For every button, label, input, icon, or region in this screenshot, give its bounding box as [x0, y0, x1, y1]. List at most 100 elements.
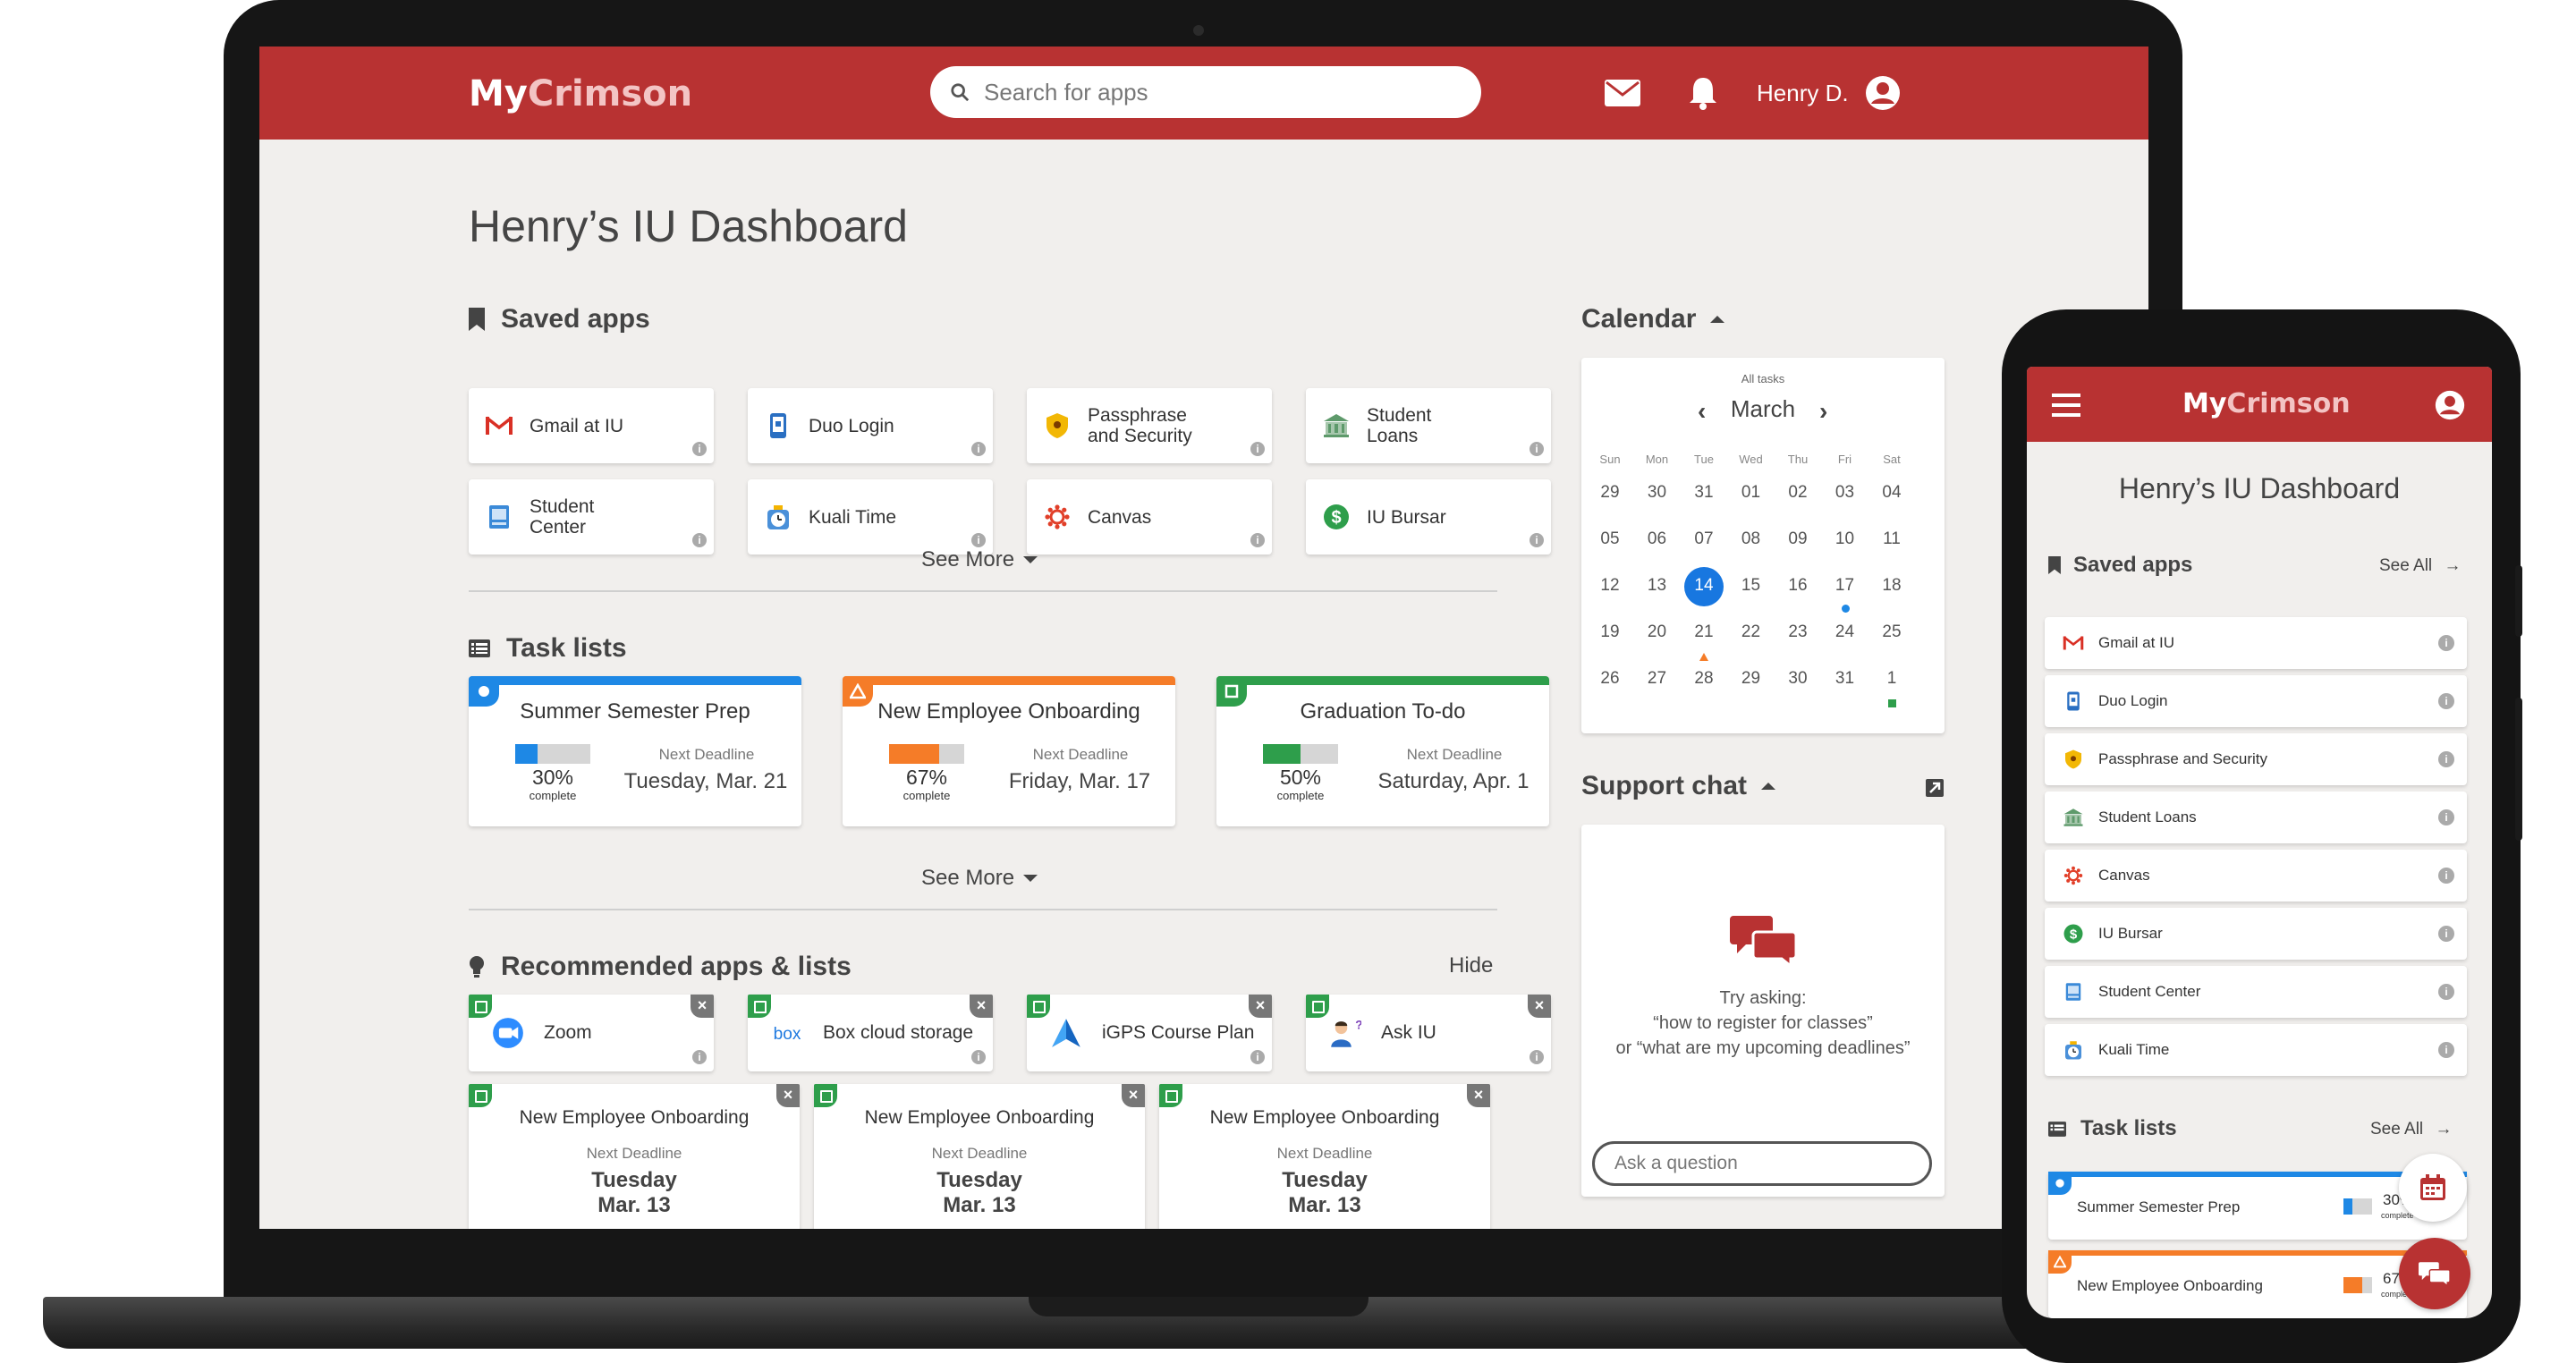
phone-app-card[interactable]: Kuali Time i [2045, 1024, 2467, 1076]
calendar-day[interactable]: 12 [1592, 576, 1628, 596]
info-icon[interactable]: i [2438, 1042, 2454, 1058]
info-icon[interactable]: i [2438, 809, 2454, 825]
calendar-day[interactable]: 18 [1874, 576, 1910, 596]
info-icon[interactable]: i [1530, 1050, 1544, 1064]
info-icon[interactable]: i [2438, 926, 2454, 942]
chat-example-1[interactable]: “how to register for classes” [1581, 1011, 1945, 1036]
phone-app-card[interactable]: $ IU Bursar i [2045, 908, 2467, 960]
info-icon[interactable]: i [2438, 693, 2454, 709]
phone-app-card[interactable]: Student Loans i [2045, 792, 2467, 843]
calendar-day[interactable]: 24 [1827, 622, 1863, 642]
saved-app-card[interactable]: Student Loans i [1306, 388, 1551, 463]
task-list-card[interactable]: New Employee Onboarding 67% complete Next D… [843, 676, 1175, 826]
calendar-day[interactable]: 29 [1733, 669, 1769, 689]
calendar-day[interactable]: 22 [1733, 622, 1769, 642]
saved-app-card[interactable]: Gmail at IU i [469, 388, 714, 463]
recommended-list-card[interactable]: × New Employee Onboarding Next Deadline Tue… [814, 1084, 1145, 1229]
task-list-card[interactable]: Summer Semester Prep 30% complete Next Dead… [469, 676, 801, 826]
calendar-day[interactable]: 30 [1640, 483, 1675, 503]
info-icon[interactable]: i [2438, 635, 2454, 651]
recommended-list-card[interactable]: × New Employee Onboarding Next Deadline Tue… [469, 1084, 800, 1229]
calendar-filter[interactable]: All tasks [1581, 372, 1945, 385]
saved-app-card[interactable]: Canvas i [1027, 479, 1272, 555]
chat-input[interactable]: Ask a question [1592, 1141, 1932, 1186]
dismiss-icon[interactable]: × [970, 995, 993, 1018]
recommended-app-card[interactable]: ×? Ask IU i [1306, 995, 1551, 1071]
info-icon[interactable]: i [692, 1050, 707, 1064]
info-icon[interactable]: i [2438, 751, 2454, 767]
next-month-icon[interactable]: › [1819, 397, 1827, 426]
calendar-day[interactable]: 30 [1780, 669, 1816, 689]
calendar-day[interactable]: 26 [1592, 669, 1628, 689]
info-icon[interactable]: i [971, 442, 986, 456]
calendar-day[interactable]: 15 [1733, 576, 1769, 596]
info-icon[interactable]: i [1530, 533, 1544, 547]
hide-recommended-button[interactable]: Hide [1449, 953, 1493, 978]
calendar-day[interactable]: 05 [1592, 529, 1628, 549]
chat-example-2[interactable]: or “what are my upcoming deadlines” [1581, 1036, 1945, 1061]
recommended-app-card[interactable]: × box Box cloud storage i [748, 995, 993, 1071]
dismiss-icon[interactable]: × [1249, 995, 1272, 1018]
calendar-day[interactable]: 04 [1874, 483, 1910, 503]
calendar-day[interactable]: 10 [1827, 529, 1863, 549]
calendar-day[interactable]: 31 [1827, 669, 1863, 689]
calendar-day[interactable]: 25 [1874, 622, 1910, 642]
saved-app-card[interactable]: Kuali Time i [748, 479, 993, 555]
calendar-fab[interactable] [2399, 1154, 2467, 1222]
info-icon[interactable]: i [1250, 1050, 1265, 1064]
info-icon[interactable]: i [1250, 442, 1265, 456]
recommended-app-card[interactable]: × iGPS Course Plan i [1027, 995, 1272, 1071]
search-input[interactable]: Search for apps [930, 66, 1481, 118]
calendar-day[interactable]: 13 [1640, 576, 1675, 596]
calendar-day[interactable]: 03 [1827, 483, 1863, 503]
saved-app-card[interactable]: Passphrase and Security i [1027, 388, 1272, 463]
calendar-day[interactable]: 20 [1640, 622, 1675, 642]
calendar-day[interactable]: 16 [1780, 576, 1816, 596]
info-icon[interactable]: i [692, 442, 707, 456]
dismiss-icon[interactable]: × [1122, 1084, 1145, 1107]
dismiss-icon[interactable]: × [776, 1084, 800, 1107]
account-icon[interactable] [1865, 75, 1901, 111]
recommended-app-card[interactable]: × Zoom i [469, 995, 714, 1071]
calendar-day[interactable]: 07 [1686, 529, 1722, 549]
dismiss-icon[interactable]: × [691, 995, 714, 1018]
phone-logo[interactable]: MyCrimson [2182, 388, 2351, 419]
bell-icon[interactable] [1685, 75, 1721, 111]
info-icon[interactable]: i [1250, 533, 1265, 547]
calendar-day[interactable]: 14 [1686, 576, 1722, 596]
calendar-day[interactable]: 19 [1592, 622, 1628, 642]
calendar-day[interactable]: 08 [1733, 529, 1769, 549]
saved-app-card[interactable]: $ IU Bursar i [1306, 479, 1551, 555]
phone-app-card[interactable]: Gmail at IU i [2045, 617, 2467, 669]
calendar-day[interactable]: 29 [1592, 483, 1628, 503]
chat-fab[interactable] [2399, 1238, 2470, 1309]
tasks-see-all-link[interactable]: See All → [2370, 1120, 2452, 1139]
support-chat-heading[interactable]: Support chat [1581, 771, 1775, 801]
calendar-day[interactable]: 27 [1640, 669, 1675, 689]
calendar-day[interactable]: 23 [1780, 622, 1816, 642]
phone-app-card[interactable]: Passphrase and Security i [2045, 733, 2467, 785]
info-icon[interactable]: i [971, 533, 986, 547]
info-icon[interactable]: i [971, 1050, 986, 1064]
calendar-day[interactable]: 1 [1874, 669, 1910, 689]
info-icon[interactable]: i [2438, 868, 2454, 884]
user-name[interactable]: Henry D. [1757, 80, 1849, 107]
phone-app-card[interactable]: Student Center i [2045, 966, 2467, 1018]
phone-app-card[interactable]: Duo Login i [2045, 675, 2467, 727]
info-icon[interactable]: i [1530, 442, 1544, 456]
dismiss-icon[interactable]: × [1467, 1084, 1490, 1107]
calendar-day[interactable]: 28 [1686, 669, 1722, 689]
saved-app-card[interactable]: Student Center i [469, 479, 714, 555]
mail-icon[interactable] [1605, 75, 1640, 111]
info-icon[interactable]: i [2438, 984, 2454, 1000]
calendar-day[interactable]: 02 [1780, 483, 1816, 503]
phone-app-card[interactable]: Canvas i [2045, 850, 2467, 902]
mycrimson-logo[interactable]: MyCrimson [469, 73, 692, 114]
calendar-day[interactable]: 21 [1686, 622, 1722, 642]
calendar-day[interactable]: 17 [1827, 576, 1863, 596]
calendar-day[interactable]: 06 [1640, 529, 1675, 549]
task-list-card[interactable]: Graduation To-do 50% complete Next Deadline… [1216, 676, 1549, 826]
calendar-day[interactable]: 31 [1686, 483, 1722, 503]
saved-app-card[interactable]: Duo Login i [748, 388, 993, 463]
recommended-list-card[interactable]: × New Employee Onboarding Next Deadline Tue… [1159, 1084, 1490, 1229]
